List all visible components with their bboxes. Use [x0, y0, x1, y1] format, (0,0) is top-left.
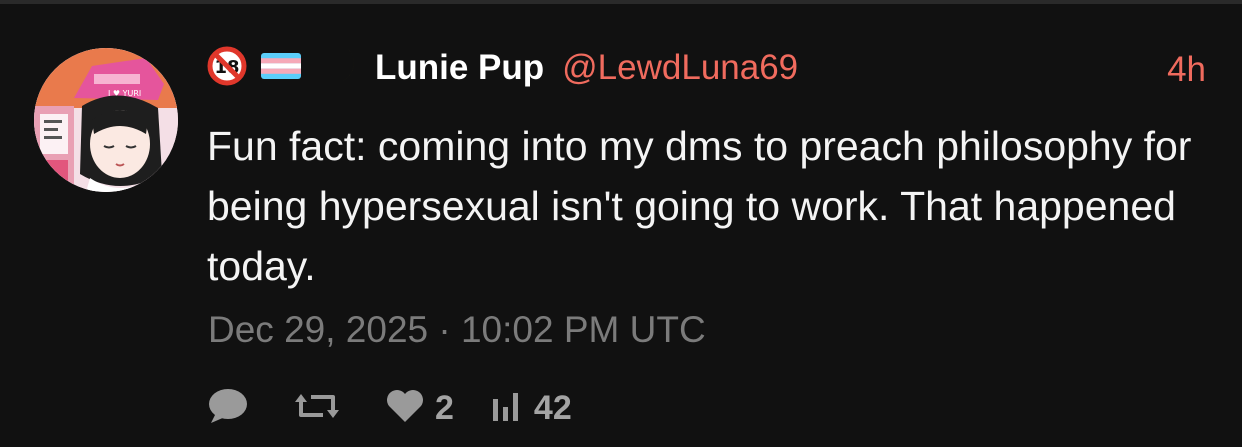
like-count: 2	[435, 388, 454, 427]
display-name[interactable]: Lunie Pup	[375, 48, 544, 88]
comment-icon	[207, 387, 249, 430]
post[interactable]: I ♥ YURI 18	[0, 4, 1242, 447]
avatar[interactable]: I ♥ YURI	[34, 48, 178, 192]
views-button[interactable]: 42	[490, 389, 572, 428]
trans-flag-icon	[261, 52, 301, 84]
reply-button[interactable]	[207, 387, 259, 430]
relative-time[interactable]: 4h	[1167, 50, 1206, 90]
like-button[interactable]: 2	[385, 388, 454, 429]
repost-button[interactable]	[295, 389, 349, 428]
post-text: Fun fact: coming into my dms to preach p…	[207, 123, 1192, 289]
heart-icon	[385, 388, 425, 429]
post-timestamp: Dec 29, 2025 · 10:02 PM UTC	[208, 309, 706, 350]
view-count: 42	[533, 388, 572, 427]
views-chart-icon	[490, 389, 524, 428]
post-header: 18 Lunie Pup @LewdLuna69	[207, 46, 798, 90]
no-under-18-icon: 18	[207, 46, 247, 91]
repost-icon	[295, 389, 339, 428]
crescent-moon-icon	[315, 44, 359, 93]
action-bar: 2 42	[207, 386, 608, 430]
user-handle[interactable]: @LewdLuna69	[562, 48, 798, 88]
